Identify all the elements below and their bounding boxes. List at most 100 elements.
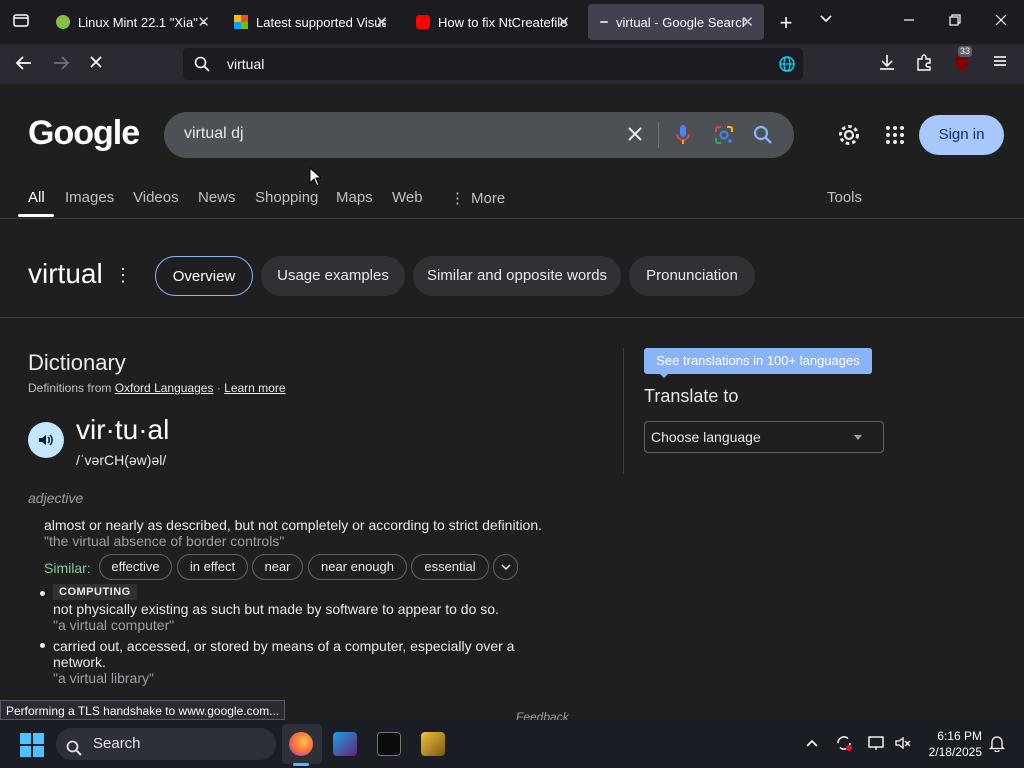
bullet: [40, 643, 45, 648]
sign-in-button[interactable]: Sign in: [919, 115, 1004, 155]
settings-gear-icon[interactable]: [837, 123, 861, 152]
network-icon[interactable]: [867, 734, 885, 757]
microsoft-icon: [234, 15, 248, 29]
google-lens-icon[interactable]: [713, 124, 735, 151]
page-title: virtual: [28, 258, 103, 289]
downloads-icon[interactable]: [872, 53, 902, 76]
hamburger-menu-icon[interactable]: [985, 53, 1015, 74]
definition-1: almost or nearly as described, but not c…: [44, 517, 543, 533]
tab-google-search[interactable]: virtual - Google Search ✕: [588, 4, 764, 40]
expand-similar-button[interactable]: [493, 554, 518, 580]
close-window-icon[interactable]: [986, 10, 1016, 31]
tab-linux-mint[interactable]: Linux Mint 22.1 "Xia" - I ✕: [44, 4, 220, 40]
close-tab-icon[interactable]: ✕: [197, 13, 210, 31]
bullet: [40, 591, 45, 596]
similar-in-effect[interactable]: in effect: [177, 554, 248, 580]
learn-more-link[interactable]: Learn more: [224, 381, 285, 395]
search-submit-icon[interactable]: [753, 125, 773, 150]
tools-button[interactable]: Tools: [827, 189, 862, 206]
feedback-link[interactable]: Feedback: [516, 710, 569, 720]
similar-near-enough[interactable]: near enough: [308, 554, 407, 580]
tab-youtube[interactable]: How to fix NtCreatefile ✕: [404, 4, 580, 40]
notification-bell-icon[interactable]: [988, 734, 1006, 757]
extensions-icon[interactable]: [909, 53, 939, 76]
new-tab-icon[interactable]: +: [771, 10, 801, 36]
dictionary-title: Dictionary: [28, 350, 126, 375]
google-apps-icon[interactable]: [885, 125, 905, 150]
clear-icon[interactable]: [626, 125, 644, 148]
active-indicator: [293, 763, 309, 766]
oxford-languages-link[interactable]: Oxford Languages: [115, 381, 214, 395]
tab-bar: Linux Mint 22.1 "Xia" - I ✕ Latest suppo…: [0, 0, 1024, 44]
forward-icon[interactable]: [46, 54, 76, 77]
chevron-up-icon[interactable]: [805, 736, 819, 755]
linux-mint-icon: [56, 15, 70, 29]
tab-web[interactable]: Web: [392, 189, 423, 206]
chip-overview[interactable]: Overview: [155, 256, 253, 296]
translations-tooltip[interactable]: See translations in 100+ languages: [644, 348, 872, 374]
tab-news[interactable]: News: [198, 189, 236, 206]
stop-loading-icon[interactable]: [81, 54, 111, 75]
language-select[interactable]: Choose language: [644, 421, 884, 453]
headword: vir·tu·al: [76, 414, 170, 445]
address-bar[interactable]: virtual: [183, 48, 803, 80]
loading-icon: [600, 21, 608, 23]
chip-pronunciation[interactable]: Pronunciation: [629, 256, 755, 296]
chip-usage-examples[interactable]: Usage examples: [261, 256, 405, 296]
divider: [623, 348, 624, 474]
system-clock[interactable]: 6:16 PM 2/18/2025: [920, 728, 982, 760]
tab-more[interactable]: ⋮ More: [450, 189, 505, 207]
tab-maps[interactable]: Maps: [336, 189, 373, 206]
divider: [0, 317, 1024, 318]
tab-list-icon[interactable]: [6, 11, 36, 34]
volume-muted-icon[interactable]: [894, 734, 912, 757]
tab-visual-studio[interactable]: Latest supported Visual ✕: [222, 4, 398, 40]
status-bar: Performing a TLS handshake to www.google…: [0, 700, 286, 720]
search-divider: [658, 122, 659, 148]
close-tab-icon[interactable]: ✕: [557, 13, 570, 31]
app-icon[interactable]: [421, 732, 445, 756]
tab-all[interactable]: All: [28, 189, 45, 206]
tab-shopping[interactable]: Shopping: [255, 189, 318, 206]
navigation-toolbar: virtual 33: [0, 44, 1024, 84]
restore-icon[interactable]: [940, 10, 970, 31]
chip-similar-opposite[interactable]: Similar and opposite words: [413, 256, 621, 296]
search-input[interactable]: virtual dj: [184, 125, 244, 143]
search-box[interactable]: virtual dj: [164, 112, 794, 158]
similar-near[interactable]: near: [252, 554, 303, 580]
more-vertical-icon: ⋮: [450, 190, 465, 207]
close-tab-icon[interactable]: ✕: [741, 13, 754, 31]
more-options-icon[interactable]: ⋮: [114, 265, 132, 286]
definition-3-line-2: network.: [53, 654, 106, 670]
translate-globe-icon[interactable]: [779, 56, 795, 77]
close-tab-icon[interactable]: ✕: [375, 13, 388, 31]
phonetic: /ˈvərCH(əw)əl/: [76, 452, 167, 468]
chevron-down-icon: [853, 422, 863, 452]
speaker-icon[interactable]: [28, 422, 64, 458]
definition-2: not physically existing as such but made…: [53, 601, 499, 617]
firefox-icon[interactable]: [289, 732, 313, 756]
ublock-origin-icon[interactable]: 33: [947, 46, 977, 78]
tab-images[interactable]: Images: [65, 189, 114, 206]
microphone-icon[interactable]: [675, 124, 691, 151]
extension-badge: 33: [958, 46, 973, 57]
google-logo[interactable]: Google: [28, 114, 140, 153]
url-text[interactable]: virtual: [227, 56, 264, 72]
translate-title: Translate to: [644, 386, 739, 406]
similar-essential[interactable]: essential: [411, 554, 489, 580]
tab-videos[interactable]: Videos: [133, 189, 179, 206]
taskbar-search[interactable]: Search: [56, 728, 276, 760]
sync-icon[interactable]: [835, 734, 853, 757]
similar-effective[interactable]: effective: [99, 554, 172, 580]
taskbar: Search 6:16 PM 2/18/2025: [0, 720, 1024, 768]
example-1: "the virtual absence of border controls": [44, 533, 285, 549]
terminal-icon[interactable]: [377, 732, 401, 756]
chevron-down-icon[interactable]: [811, 10, 841, 31]
part-of-speech: adjective: [28, 490, 84, 506]
youtube-icon: [416, 15, 430, 29]
visual-studio-installer-icon[interactable]: [333, 732, 357, 756]
windows-start-icon[interactable]: [20, 733, 44, 762]
back-icon[interactable]: [9, 54, 39, 77]
minimize-icon[interactable]: [894, 10, 924, 31]
example-3: "a virtual library": [53, 670, 154, 686]
